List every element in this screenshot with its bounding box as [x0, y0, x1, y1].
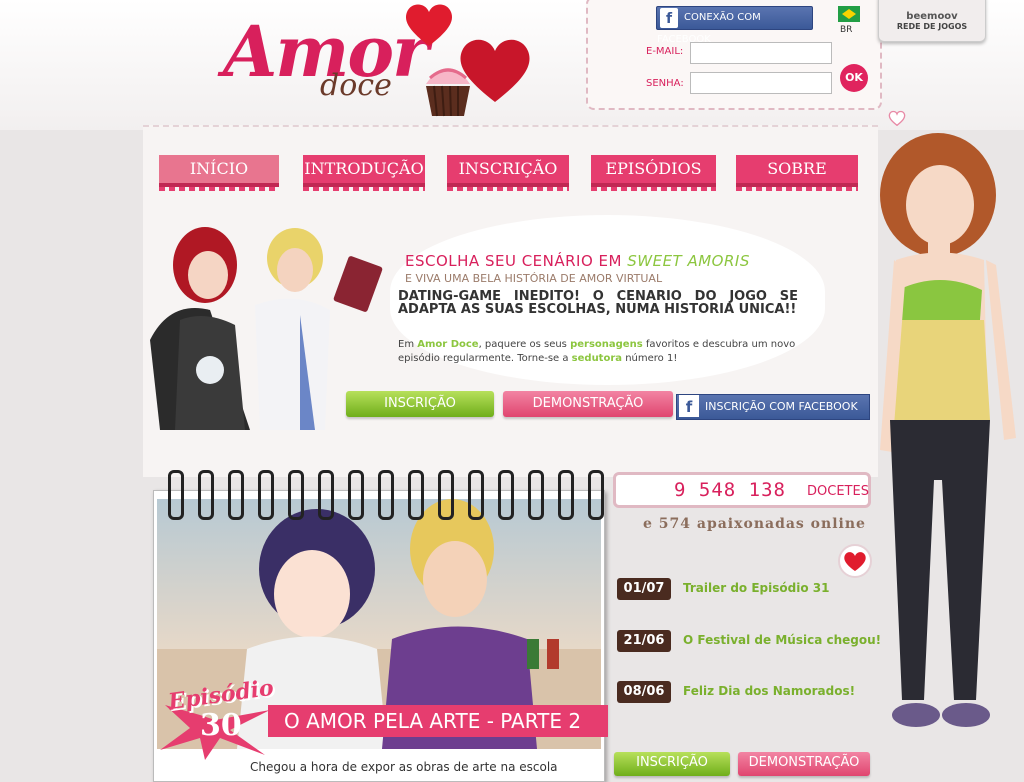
ring	[228, 470, 244, 520]
news-item[interactable]: 21/06 O Festival de Música chegou!	[617, 630, 881, 652]
email-field[interactable]	[690, 42, 832, 64]
player-count-label: DOCETES	[807, 484, 869, 499]
news-date: 01/07	[617, 578, 671, 600]
hero-title-main: ESCOLHA SEU CENÁRIO EM	[405, 252, 628, 270]
player-count: 9 548 138	[674, 479, 786, 501]
hero-text-1: Em	[398, 339, 418, 350]
notebook-rings	[160, 470, 605, 520]
signup-button[interactable]: INSCRIÇÃO	[346, 391, 494, 417]
login-box: f CONEXÃO COM FACEBOOK BR E-MAIL: SENHA: …	[586, 0, 882, 110]
network-label: REDE DE JOGOS	[896, 22, 968, 31]
ring	[288, 470, 304, 520]
ring	[498, 470, 514, 520]
news-item[interactable]: 01/07 Trailer do Episódio 31	[617, 578, 867, 600]
ring	[258, 470, 274, 520]
news-item[interactable]: 08/06 Feliz Dia dos Namorados!	[617, 681, 867, 703]
demo-button[interactable]: DEMONSTRAÇÃO	[503, 391, 673, 417]
facebook-icon: f	[679, 395, 699, 417]
facebook-connect-button[interactable]: f CONEXÃO COM FACEBOOK	[656, 6, 813, 45]
episode-number: 30	[200, 708, 242, 743]
brazil-flag-icon[interactable]	[838, 6, 860, 22]
news-title[interactable]: Feliz Dia dos Namorados!	[683, 684, 855, 698]
ring	[318, 470, 334, 520]
network-brand: beemoov	[906, 11, 958, 22]
hero-text-game: Amor Doce	[417, 339, 479, 350]
facebook-signup-label: INSCRIÇÃO COM FACEBOOK	[705, 400, 858, 413]
logo[interactable]: Amor doce	[215, 4, 545, 128]
tab-inicio[interactable]: INÍCIO	[159, 155, 279, 191]
bottom-demo-button[interactable]: DEMONSTRAÇÃO	[738, 752, 870, 776]
hero-bold-text: DATING-GAME INEDITO! O CENARIO DO JOGO S…	[398, 289, 798, 317]
cupcake-icon	[420, 56, 476, 118]
password-label: SENHA:	[646, 78, 684, 89]
ring	[408, 470, 424, 520]
games-network-badge[interactable]: beemoov REDE DE JOGOS	[878, 0, 986, 42]
email-label: E-MAIL:	[646, 46, 684, 57]
ring	[528, 470, 544, 520]
news-date: 08/06	[617, 681, 671, 703]
ring	[378, 470, 394, 520]
news-title[interactable]: Trailer do Episódio 31	[683, 581, 829, 595]
password-field[interactable]	[690, 72, 832, 94]
logo-doce-text: doce	[320, 68, 392, 103]
language-label: BR	[840, 25, 853, 35]
ring	[198, 470, 214, 520]
news-title[interactable]: O Festival de Música chegou!	[683, 633, 881, 647]
ring	[348, 470, 364, 520]
tab-episodios[interactable]: EPISÓDIOS	[591, 155, 716, 191]
hero-title-game: SWEET AMORIS	[627, 252, 750, 270]
heart-icon	[403, 0, 455, 48]
hero-text-4: número 1!	[622, 353, 678, 364]
ring	[468, 470, 484, 520]
main-nav: INÍCIO INTRODUÇÃO INSCRIÇÃO EPISÓDIOS SO…	[143, 155, 878, 213]
news-heart-icon	[837, 544, 873, 582]
facebook-signup-button[interactable]: f INSCRIÇÃO COM FACEBOOK	[676, 394, 870, 420]
episode-description: Chegou a hora de expor as obras de arte …	[250, 760, 558, 774]
tab-inscricao[interactable]: INSCRIÇÃO	[447, 155, 569, 191]
online-count: e 574 apaixonadas online	[643, 516, 866, 532]
tab-sobre[interactable]: SOBRE	[736, 155, 858, 191]
hero-text-sedutora: sedutora	[571, 353, 623, 364]
girl-character-illustration	[876, 120, 1016, 740]
news-date: 21/06	[617, 630, 671, 652]
ring	[558, 470, 574, 520]
login-ok-button[interactable]: OK	[840, 64, 868, 92]
ring	[168, 470, 184, 520]
hero-text-personagens: personagens	[570, 339, 643, 350]
ring	[588, 470, 604, 520]
episode-title[interactable]: O AMOR PELA ARTE - PARTE 2	[268, 705, 608, 737]
hero-title: ESCOLHA SEU CENÁRIO EM SWEET AMORIS	[405, 252, 750, 270]
hero-description: Em Amor Doce, paquere os seus personagen…	[398, 338, 798, 366]
ring	[438, 470, 454, 520]
tab-introducao[interactable]: INTRODUÇÃO	[303, 155, 425, 191]
bottom-signup-button[interactable]: INSCRIÇÃO	[614, 752, 730, 776]
hero-subtitle: E VIVA UMA BELA HISTÓRIA DE AMOR VIRTUAL	[405, 272, 663, 285]
hero-text-2: , paquere os seus	[478, 339, 571, 350]
player-counter: 9 548 138 DOCETES	[613, 472, 871, 508]
facebook-icon: f	[660, 8, 678, 28]
